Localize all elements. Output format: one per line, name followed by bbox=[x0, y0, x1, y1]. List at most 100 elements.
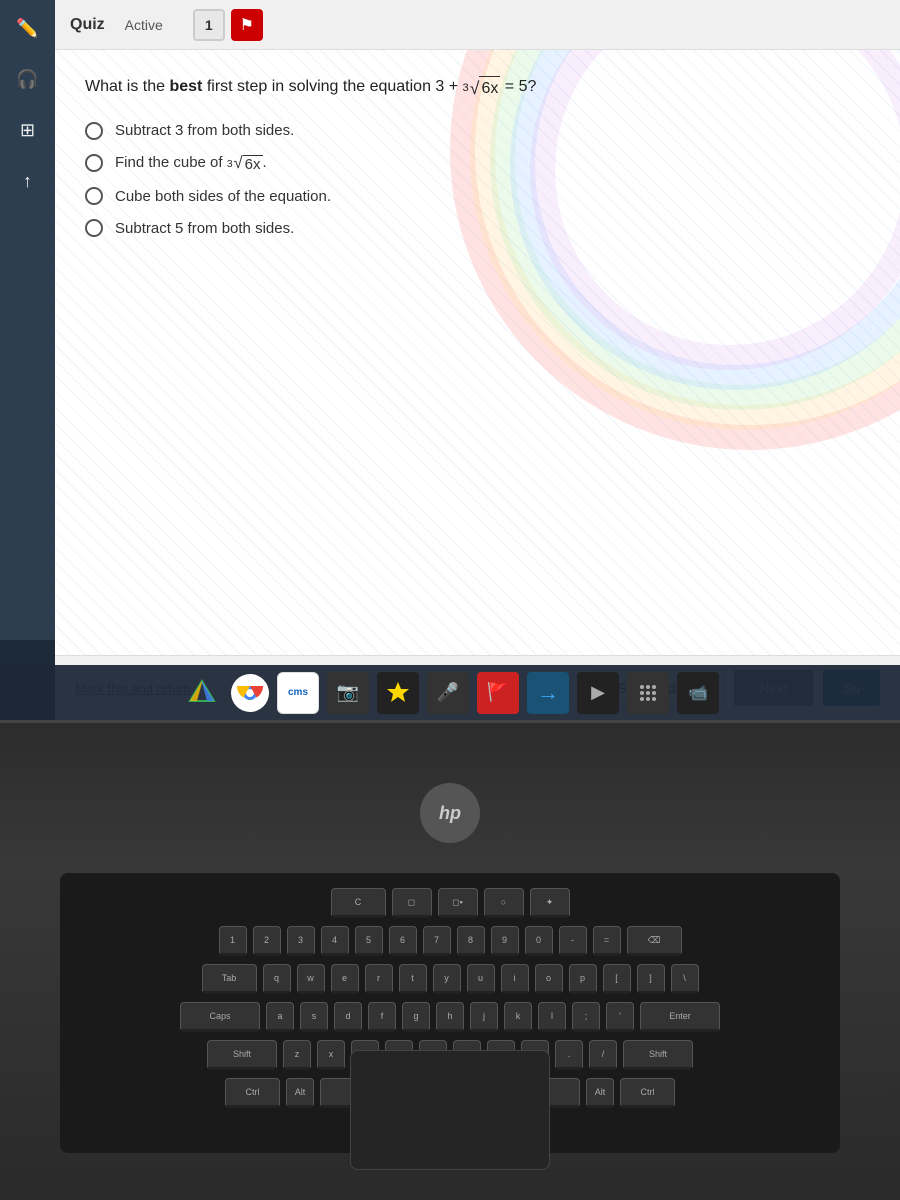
grid-sidebar-icon[interactable]: ⊞ bbox=[10, 112, 46, 148]
key-2[interactable]: 2 bbox=[253, 926, 281, 956]
key-circle[interactable]: ○ bbox=[484, 888, 524, 918]
key-3[interactable]: 3 bbox=[287, 926, 315, 956]
key-tab[interactable]: Tab bbox=[202, 964, 257, 994]
key-quote[interactable]: ' bbox=[606, 1002, 634, 1032]
key-7[interactable]: 7 bbox=[423, 926, 451, 956]
key-rbracket[interactable]: ] bbox=[637, 964, 665, 994]
key-enter[interactable]: Enter bbox=[640, 1002, 720, 1032]
key-u[interactable]: u bbox=[467, 964, 495, 994]
key-1[interactable]: 1 bbox=[219, 926, 247, 956]
key-o[interactable]: o bbox=[535, 964, 563, 994]
answer-text-c: Cube both sides of the equation. bbox=[115, 188, 331, 205]
question-content: What is the best first step in solving t… bbox=[85, 75, 870, 237]
key-w[interactable]: w bbox=[297, 964, 325, 994]
drive-taskbar-icon[interactable] bbox=[181, 672, 223, 714]
question-text: What is the best first step in solving t… bbox=[85, 75, 870, 102]
key-x[interactable]: x bbox=[317, 1040, 345, 1070]
key-ctrl-r[interactable]: Ctrl bbox=[620, 1078, 675, 1108]
answer-text-b: Find the cube of 3√6x. bbox=[115, 154, 267, 174]
key-slash[interactable]: / bbox=[589, 1040, 617, 1070]
key-caps[interactable]: Caps bbox=[180, 1002, 260, 1032]
key-split[interactable]: ◻▪ bbox=[438, 888, 478, 918]
key-0[interactable]: 0 bbox=[525, 926, 553, 956]
key-ctrl-l[interactable]: Ctrl bbox=[225, 1078, 280, 1108]
headphone-icon[interactable]: 🎧 bbox=[10, 61, 46, 97]
key-a[interactable]: a bbox=[266, 1002, 294, 1032]
key-backspace[interactable]: ⌫ bbox=[627, 926, 682, 956]
key-h[interactable]: h bbox=[436, 1002, 464, 1032]
video-taskbar-icon[interactable]: 📹 bbox=[677, 672, 719, 714]
key-k[interactable]: k bbox=[504, 1002, 532, 1032]
keyboard-row-fn: C ◻ ◻▪ ○ ✦ bbox=[75, 888, 825, 918]
keyboard-row-a: Caps a s d f g h j k l ; ' Enter bbox=[75, 1002, 825, 1032]
key-l[interactable]: l bbox=[538, 1002, 566, 1032]
key-minus[interactable]: - bbox=[559, 926, 587, 956]
answer-option-b[interactable]: Find the cube of 3√6x. bbox=[85, 154, 870, 174]
radio-a[interactable] bbox=[85, 122, 103, 140]
cms-label: cms bbox=[288, 687, 308, 698]
key-z[interactable]: z bbox=[283, 1040, 311, 1070]
key-lbracket[interactable]: [ bbox=[603, 964, 631, 994]
key-backslash[interactable]: \ bbox=[671, 964, 699, 994]
sidebar: ✏️ 🎧 ⊞ ↑ bbox=[0, 0, 55, 640]
key-t[interactable]: t bbox=[399, 964, 427, 994]
keyboard-row-1: 1 2 3 4 5 6 7 8 9 0 - = ⌫ bbox=[75, 926, 825, 956]
key-shift-l[interactable]: Shift bbox=[207, 1040, 277, 1070]
key-y[interactable]: y bbox=[433, 964, 461, 994]
answer-option-a[interactable]: Subtract 3 from both sides. bbox=[85, 122, 870, 140]
answer-text-d: Subtract 5 from both sides. bbox=[115, 220, 294, 237]
key-s[interactable]: s bbox=[300, 1002, 328, 1032]
upload-icon[interactable]: ↑ bbox=[10, 163, 46, 199]
star-taskbar-icon[interactable] bbox=[377, 672, 419, 714]
cms-taskbar-icon[interactable]: cms bbox=[277, 672, 319, 714]
key-4[interactable]: 4 bbox=[321, 926, 349, 956]
flag-icon: ⚑ bbox=[240, 15, 254, 35]
key-6[interactable]: 6 bbox=[389, 926, 417, 956]
radio-b[interactable] bbox=[85, 154, 103, 172]
key-star[interactable]: ✦ bbox=[530, 888, 570, 918]
key-semi[interactable]: ; bbox=[572, 1002, 600, 1032]
quiz-title: Quiz bbox=[70, 16, 105, 34]
mic-taskbar-icon[interactable]: 🎤 bbox=[427, 672, 469, 714]
touchpad[interactable] bbox=[350, 1050, 550, 1170]
key-5[interactable]: 5 bbox=[355, 926, 383, 956]
screen-area: ✏️ 🎧 ⊞ ↑ Quiz Active 1 ⚑ bbox=[0, 0, 900, 720]
laptop-bottom: h p C ◻ ◻▪ ○ ✦ 1 2 3 4 5 6 7 8 9 bbox=[0, 720, 900, 1200]
grid-taskbar-icon[interactable] bbox=[627, 672, 669, 714]
key-9[interactable]: 9 bbox=[491, 926, 519, 956]
play-taskbar-icon[interactable]: ▶ bbox=[577, 672, 619, 714]
radio-d[interactable] bbox=[85, 219, 103, 237]
flag-button[interactable]: ⚑ bbox=[231, 9, 263, 41]
key-alt-l[interactable]: Alt bbox=[286, 1078, 314, 1108]
key-d[interactable]: d bbox=[334, 1002, 362, 1032]
quiz-content: What is the best first step in solving t… bbox=[55, 50, 900, 655]
key-e[interactable]: e bbox=[331, 964, 359, 994]
key-equals[interactable]: = bbox=[593, 926, 621, 956]
flag-taskbar-icon[interactable]: 🚩 bbox=[477, 672, 519, 714]
answer-option-d[interactable]: Subtract 5 from both sides. bbox=[85, 219, 870, 237]
answer-option-c[interactable]: Cube both sides of the equation. bbox=[85, 187, 870, 205]
key-period[interactable]: . bbox=[555, 1040, 583, 1070]
key-q[interactable]: q bbox=[263, 964, 291, 994]
key-g[interactable]: g bbox=[402, 1002, 430, 1032]
laptop-outer: ✏️ 🎧 ⊞ ↑ Quiz Active 1 ⚑ bbox=[0, 0, 900, 1200]
taskbar: cms 📷 🎤 🚩 → bbox=[0, 665, 900, 720]
key-c[interactable]: C bbox=[331, 888, 386, 918]
arrow-taskbar-icon[interactable]: → bbox=[527, 672, 569, 714]
key-j[interactable]: j bbox=[470, 1002, 498, 1032]
key-f[interactable]: f bbox=[368, 1002, 396, 1032]
pencil-icon[interactable]: ✏️ bbox=[10, 10, 46, 46]
key-i[interactable]: i bbox=[501, 964, 529, 994]
key-8[interactable]: 8 bbox=[457, 926, 485, 956]
chrome-taskbar-icon[interactable] bbox=[231, 674, 269, 712]
key-shift-r[interactable]: Shift bbox=[623, 1040, 693, 1070]
key-sq[interactable]: ◻ bbox=[392, 888, 432, 918]
key-r[interactable]: r bbox=[365, 964, 393, 994]
key-alt-r[interactable]: Alt bbox=[586, 1078, 614, 1108]
radio-c[interactable] bbox=[85, 187, 103, 205]
question-number-badge: 1 bbox=[193, 9, 225, 41]
keyboard-row-q: Tab q w e r t y u i o p [ ] \ bbox=[75, 964, 825, 994]
key-p[interactable]: p bbox=[569, 964, 597, 994]
quiz-status: Active bbox=[125, 17, 163, 33]
camera-taskbar-icon[interactable]: 📷 bbox=[327, 672, 369, 714]
